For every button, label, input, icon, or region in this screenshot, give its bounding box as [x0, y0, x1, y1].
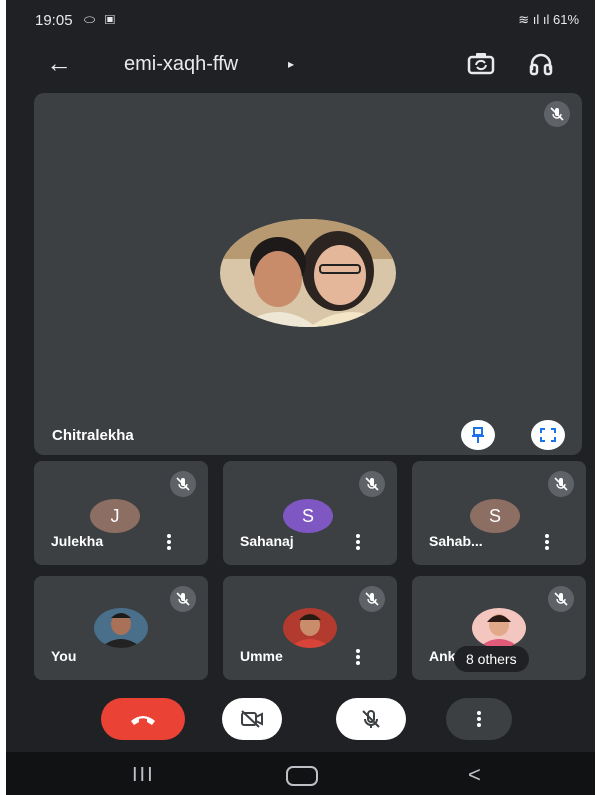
participant-tile-you[interactable]: You	[34, 576, 208, 680]
more-vert-icon[interactable]	[164, 533, 174, 551]
more-options-button[interactable]	[446, 698, 512, 740]
speaker-avatar	[220, 219, 396, 327]
participant-tile-others[interactable]: Ank 8 others	[412, 576, 586, 680]
main-speaker-tile[interactable]: Chitralekha	[34, 93, 582, 455]
end-call-button[interactable]	[101, 698, 185, 740]
more-options-icon	[477, 711, 481, 727]
caret-right-icon[interactable]: ▸	[288, 57, 294, 71]
more-vert-icon[interactable]	[353, 648, 363, 666]
participant-tile-julekha[interactable]: J Julekha	[34, 461, 208, 565]
switch-camera-icon[interactable]	[466, 50, 496, 78]
fullscreen-button[interactable]	[531, 420, 565, 450]
headset-icon[interactable]	[528, 50, 554, 78]
meeting-code[interactable]: emi-xaqh-ffw	[124, 53, 238, 76]
mic-toggle-button[interactable]	[336, 698, 406, 740]
signal-battery-icons: ≋ ıl ıl 61%	[518, 12, 579, 27]
camera-off-icon	[241, 710, 263, 728]
more-vert-icon[interactable]	[353, 533, 363, 551]
participant-name: You	[51, 648, 77, 664]
participant-tile-sahab[interactable]: S Sahab...	[412, 461, 586, 565]
mic-off-icon	[544, 101, 570, 127]
avatar: J	[90, 499, 140, 533]
mic-off-icon	[170, 471, 196, 497]
avatar	[472, 608, 526, 648]
more-vert-icon[interactable]	[542, 533, 552, 551]
participant-name: Ank	[429, 648, 456, 664]
nav-back-icon[interactable]: <	[468, 762, 481, 788]
end-call-icon	[131, 716, 155, 725]
participant-name: Umme	[240, 648, 283, 664]
pin-icon	[472, 427, 484, 443]
avatar	[94, 608, 148, 648]
speaker-name: Chitralekha	[52, 427, 134, 444]
participant-tile-umme[interactable]: Umme	[223, 576, 397, 680]
participant-tile-sahanaj[interactable]: S Sahanaj	[223, 461, 397, 565]
avatar	[283, 608, 337, 648]
status-bar: 19:05 ⬭ ▣ ≋ ıl ıl 61%	[6, 0, 595, 40]
avatar: S	[470, 499, 520, 533]
status-time: 19:05	[35, 12, 73, 29]
mic-off-icon	[548, 586, 574, 612]
avatar: S	[283, 499, 333, 533]
others-count-chip[interactable]: 8 others	[454, 646, 529, 672]
mic-off-icon	[359, 586, 385, 612]
notification-icons: ⬭ ▣	[84, 12, 119, 27]
mic-off-icon	[548, 471, 574, 497]
fullscreen-icon	[540, 428, 556, 442]
recents-icon[interactable]: III	[132, 764, 155, 787]
arrow-back-icon[interactable]: ←	[46, 50, 72, 76]
mic-off-icon	[359, 471, 385, 497]
participant-name: Julekha	[51, 533, 104, 549]
participant-name: Sahab...	[429, 533, 483, 549]
home-icon[interactable]	[286, 766, 318, 786]
pin-button[interactable]	[461, 420, 495, 450]
mic-off-icon	[170, 586, 196, 612]
mic-off-icon	[362, 710, 380, 728]
system-nav-bar: III <	[6, 752, 595, 795]
camera-toggle-button[interactable]	[222, 698, 282, 740]
participant-name: Sahanaj	[240, 533, 294, 549]
meeting-header: ← emi-xaqh-ffw ▸	[6, 44, 595, 88]
meet-screen: 19:05 ⬭ ▣ ≋ ıl ıl 61% ← emi-xaqh-ffw ▸ C…	[6, 0, 595, 795]
